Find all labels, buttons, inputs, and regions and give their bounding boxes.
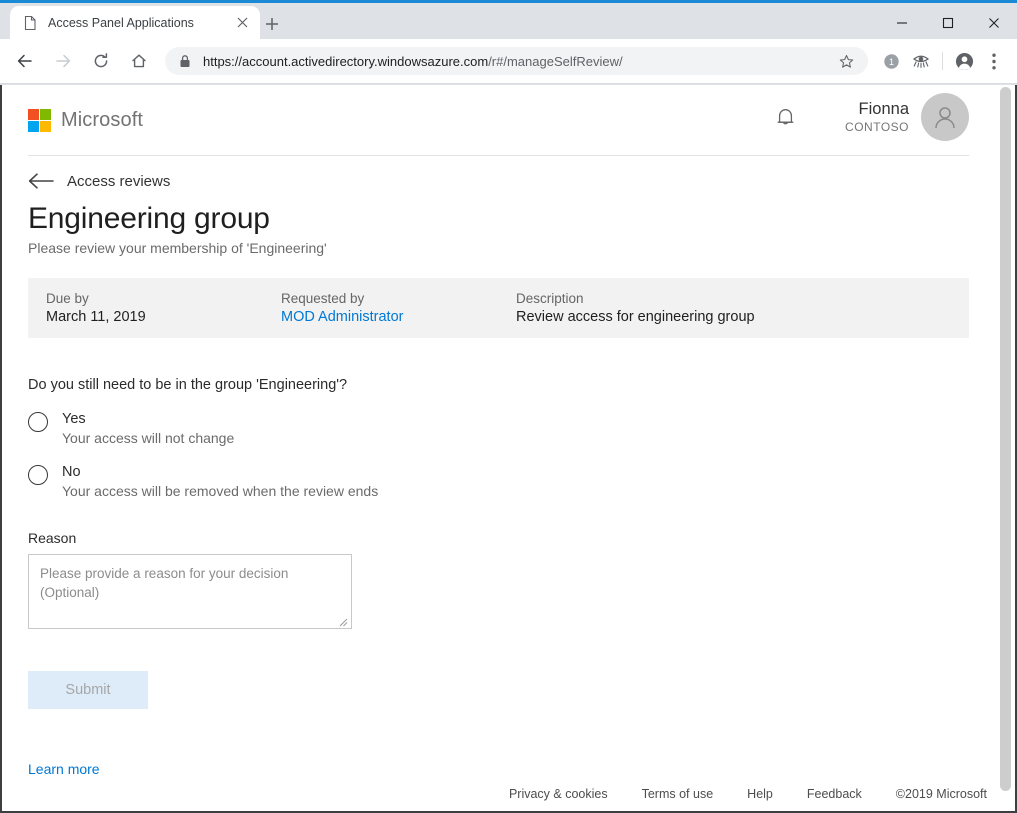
page-scrollbar[interactable] — [998, 85, 1013, 811]
user-profile[interactable]: Fionna CONTOSO — [845, 93, 969, 141]
info-value: March 11, 2019 — [46, 309, 281, 325]
requested-by-link[interactable]: MOD Administrator — [281, 309, 516, 325]
radio-button-no[interactable] — [28, 465, 48, 485]
user-names: Fionna CONTOSO — [845, 100, 909, 134]
browser-toolbar: https://account.activedirectory.windowsa… — [0, 39, 1017, 84]
person-avatar-icon[interactable] — [921, 93, 969, 141]
page-subtitle: Please review your membership of 'Engine… — [28, 240, 969, 256]
close-icon[interactable] — [971, 6, 1017, 39]
browser-window: Access Panel Applications — [0, 0, 1017, 813]
radio-option-yes-texts: Yes Your access will not change — [62, 410, 234, 448]
star-icon[interactable] — [834, 49, 858, 73]
reason-label: Reason — [28, 530, 969, 546]
tab-close-icon[interactable] — [232, 13, 252, 33]
tab-strip: Access Panel Applications — [0, 3, 1017, 39]
info-value: Review access for engineering group — [516, 309, 951, 325]
arrow-right-icon — [47, 45, 79, 77]
footer-link-privacy[interactable]: Privacy & cookies — [509, 787, 608, 801]
lock-icon — [179, 54, 193, 68]
logo-square-blue — [28, 121, 39, 132]
footer-link-help[interactable]: Help — [747, 787, 773, 801]
reason-placeholder: Please provide a reason for your decisio… — [40, 564, 340, 603]
logo-square-green — [40, 109, 51, 120]
radio-button-yes[interactable] — [28, 412, 48, 432]
page-icon — [22, 15, 38, 31]
microsoft-logo[interactable]: Microsoft — [28, 109, 143, 132]
user-display-name: Fionna — [845, 100, 909, 120]
review-info-bar: Due by March 11, 2019 Requested by MOD A… — [28, 278, 969, 338]
home-icon[interactable] — [123, 45, 155, 77]
window-controls — [879, 6, 1017, 39]
tab-title: Access Panel Applications — [48, 16, 232, 30]
browser-tab[interactable]: Access Panel Applications — [10, 6, 260, 39]
back-link-label: Access reviews — [67, 173, 170, 190]
logo-square-red — [28, 109, 39, 120]
radio-option-yes[interactable]: Yes Your access will not change — [28, 410, 969, 448]
toolbar-divider — [942, 52, 943, 70]
info-label: Description — [516, 291, 951, 306]
page-footer: Privacy & cookies Terms of use Help Feed… — [2, 777, 995, 811]
learn-more-link[interactable]: Learn more — [28, 761, 100, 777]
profile-avatar-icon[interactable] — [949, 46, 979, 76]
minimize-icon[interactable] — [879, 6, 925, 39]
svg-text:1: 1 — [888, 57, 893, 67]
info-field-due-by: Due by March 11, 2019 — [46, 291, 281, 325]
info-field-requested-by: Requested by MOD Administrator — [281, 291, 516, 325]
eye-extension-icon[interactable] — [906, 46, 936, 76]
user-organization: CONTOSO — [845, 120, 909, 134]
arrow-left-icon — [28, 172, 54, 190]
logo-square-yellow — [40, 121, 51, 132]
notification-bell-icon[interactable] — [763, 95, 807, 139]
maximize-icon[interactable] — [925, 6, 971, 39]
radio-option-no[interactable]: No Your access will be removed when the … — [28, 463, 969, 501]
footer-link-terms[interactable]: Terms of use — [642, 787, 714, 801]
back-to-access-reviews-link[interactable]: Access reviews — [28, 172, 969, 190]
review-form: Do you still need to be in the group 'En… — [28, 338, 969, 779]
site-header: Microsoft Fionna CONTOSO — [28, 85, 969, 156]
scrollbar-thumb[interactable] — [1000, 87, 1011, 791]
page-title: Engineering group — [28, 202, 969, 236]
page-content: Access reviews Engineering group Please … — [28, 156, 969, 779]
footer-copyright: ©2019 Microsoft — [896, 787, 987, 801]
arrow-left-icon[interactable] — [9, 45, 41, 77]
radio-description-yes: Your access will not change — [62, 430, 234, 448]
footer-link-feedback[interactable]: Feedback — [807, 787, 862, 801]
resize-grip-icon[interactable] — [337, 614, 349, 626]
reload-icon[interactable] — [85, 45, 117, 77]
header-right-group: Fionna CONTOSO — [763, 93, 969, 141]
reason-input[interactable]: Please provide a reason for your decisio… — [28, 554, 352, 629]
page-viewport: Microsoft Fionna CONTOSO — [0, 85, 1017, 813]
web-page: Microsoft Fionna CONTOSO — [2, 85, 995, 811]
microsoft-logo-squares-icon — [28, 109, 51, 132]
radio-label-no: No — [62, 463, 378, 481]
new-tab-button[interactable] — [258, 10, 286, 38]
url-text: https://account.activedirectory.windowsa… — [203, 54, 834, 69]
radio-label-yes: Yes — [62, 410, 234, 428]
review-question: Do you still need to be in the group 'En… — [28, 377, 969, 393]
radio-option-no-texts: No Your access will be removed when the … — [62, 463, 378, 501]
info-field-description: Description Review access for engineerin… — [516, 291, 951, 325]
address-bar[interactable]: https://account.activedirectory.windowsa… — [165, 47, 868, 75]
submit-button[interactable]: Submit — [28, 671, 148, 709]
circle-one-badge-icon[interactable]: 1 — [876, 46, 906, 76]
three-dots-menu-icon[interactable] — [979, 46, 1009, 76]
microsoft-wordmark: Microsoft — [61, 109, 143, 132]
info-label: Requested by — [281, 291, 516, 306]
radio-description-no: Your access will be removed when the rev… — [62, 483, 378, 501]
info-label: Due by — [46, 291, 281, 306]
